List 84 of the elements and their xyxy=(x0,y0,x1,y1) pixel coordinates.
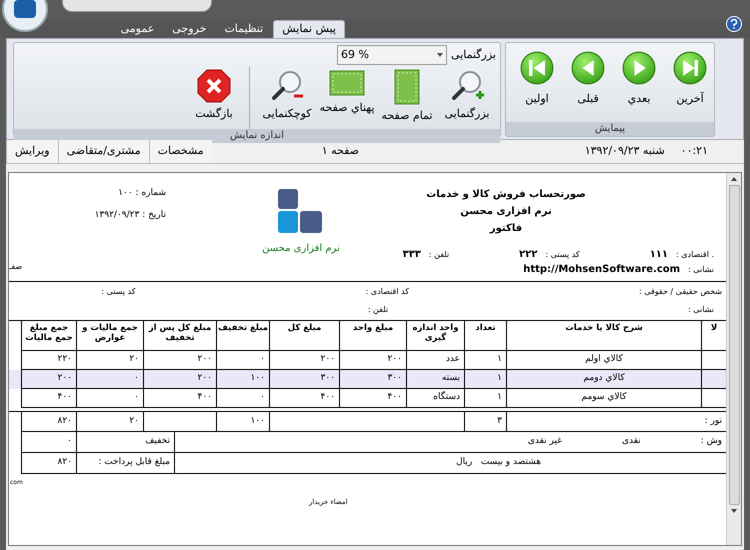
table-cell: ۴۰۰ xyxy=(21,389,76,408)
ribbon-tab[interactable]: پیش نمایش xyxy=(273,20,345,38)
invoice-title: فاکتور xyxy=(490,222,522,236)
invoice-title: نرم افزاری محسن xyxy=(460,205,552,219)
table-cell: ۸۲۰ xyxy=(21,453,76,474)
table-cell: ۸۲۰ xyxy=(21,412,76,432)
column-header: جمع مالیات و عوارض xyxy=(80,323,139,343)
payable-label: مبلغ قابل پرداخت : xyxy=(76,453,174,474)
nav-first-icon xyxy=(520,51,554,85)
field-label: کد اقتصادی : xyxy=(366,286,410,298)
zoom-out-icon xyxy=(270,69,304,103)
ribbon-tab[interactable]: عمومی xyxy=(112,20,162,38)
website-text: http://MohsenSoftware.com xyxy=(523,263,680,277)
invoice-title: صورتحساب فروش کالا و خدمات xyxy=(426,188,586,202)
zoom-dropdown[interactable]: 69 % xyxy=(337,45,448,65)
column-header: مبلغ تخفیف xyxy=(218,323,268,333)
field-label: کد پستی : xyxy=(101,286,136,298)
full-page-icon xyxy=(393,69,421,105)
payment-label: وش : xyxy=(700,435,722,448)
table-cell: ۴۰۰ xyxy=(143,389,216,408)
payment-option: نقدی xyxy=(622,435,641,449)
table-cell: ۴۰۰ xyxy=(269,389,339,408)
table-cell: ۰ xyxy=(216,389,269,408)
discount-label: تخفیف xyxy=(76,432,174,453)
edge-text: صفـ xyxy=(9,261,22,273)
nav-button[interactable]: بعدي xyxy=(621,51,657,122)
group-title: اندازه نمایش xyxy=(14,129,500,143)
field-label: . اقتصادی : xyxy=(676,248,714,260)
field-label: شخص حقیقی / حقوقی : xyxy=(639,286,722,298)
ribbon-tab[interactable]: تنظیمات xyxy=(216,20,272,38)
logo-text: نرم افزاری محسن xyxy=(262,242,340,256)
column-header: شرح کالا یا خدمات xyxy=(565,323,643,333)
nav-last-icon xyxy=(673,51,707,85)
table-cell: کالاي سومم xyxy=(506,389,701,408)
table-row[interactable]: کالاي دومم ۱ بسته ۳۰۰ ۳۰۰ ۱۰۰ ۲۰۰ ۰ ۲۰۰ xyxy=(9,370,726,389)
column-header: لا xyxy=(710,323,718,333)
ribbon-tab[interactable]: خروجی xyxy=(164,20,214,38)
nav-button[interactable]: قبلی xyxy=(570,51,606,122)
ribbon-button[interactable]: بازگشت xyxy=(185,59,243,129)
nav-prev-icon xyxy=(571,51,605,85)
toolbar-button[interactable]: مشتری/متقاضی xyxy=(58,140,149,163)
column-header: مبلغ کل xyxy=(288,323,322,333)
field-label: تلفن : xyxy=(368,304,388,316)
ribbon-button[interactable]: کوچکنمایی xyxy=(258,59,316,129)
nav-button[interactable]: اولین xyxy=(519,51,555,122)
field-label: نشانی : xyxy=(688,264,714,276)
field-label: تلفن : xyxy=(428,248,450,260)
table-cell: ۳ xyxy=(464,412,506,432)
close-icon xyxy=(197,69,231,103)
column-header: مبلغ واحد xyxy=(352,323,394,333)
page-width-icon xyxy=(329,69,365,97)
date-text: شنبه ۱۳۹۲/۰۹/۲۳ xyxy=(584,143,665,160)
nav-button[interactable]: آخرین xyxy=(672,51,708,122)
totals-label: نور : xyxy=(506,412,726,432)
table-cell: دستگاه xyxy=(406,389,464,408)
toolbar-button[interactable]: ویرایش xyxy=(6,140,58,163)
payment-option: غیر نقدی xyxy=(528,435,562,449)
amount-in-words: هشتصد و بیست ریال xyxy=(456,456,541,470)
field-value: ۱۱۱ xyxy=(650,248,668,262)
group-title: پیمایش xyxy=(506,122,714,136)
vertical-scrollbar[interactable] xyxy=(726,173,741,545)
page-indicator: صفحه ۱ xyxy=(322,143,360,160)
invoice-number: شماره : ۱۰۰ xyxy=(117,187,166,200)
toolbar-button[interactable]: مشخصات xyxy=(148,140,212,163)
table-cell: ۰ xyxy=(76,389,143,408)
table-cell: ۱۰۰ xyxy=(216,412,269,432)
table-cell: ۲۰ xyxy=(76,412,143,432)
table-cell: ۰ xyxy=(21,432,76,453)
zoom-label: بزرگنمایی xyxy=(451,46,496,63)
column-header: تعداد xyxy=(475,323,496,333)
invoice-date: تاریخ : ۱۳۹۲/۰۹/۲۳ xyxy=(94,208,166,222)
column-header: جمع مبلغ جمع مالیات xyxy=(24,323,74,343)
table-cell: ۱ xyxy=(464,389,506,408)
field-value: ۳۳۳ xyxy=(402,248,421,262)
field-label: نشانی : xyxy=(688,304,714,316)
zoom-in-icon xyxy=(450,69,484,103)
column-header: واحد اندازه گیری xyxy=(411,323,460,343)
table-cell: ۴۰۰ xyxy=(339,389,406,408)
nav-next-icon xyxy=(622,51,656,85)
column-header: مبلغ کل پس از تخفیف xyxy=(147,323,212,343)
help-icon[interactable] xyxy=(726,16,742,32)
field-label: کد پستی : xyxy=(545,248,580,260)
time-text: ۰۰:۲۱ xyxy=(680,143,708,160)
field-value: ۲۲۲ xyxy=(519,248,538,262)
